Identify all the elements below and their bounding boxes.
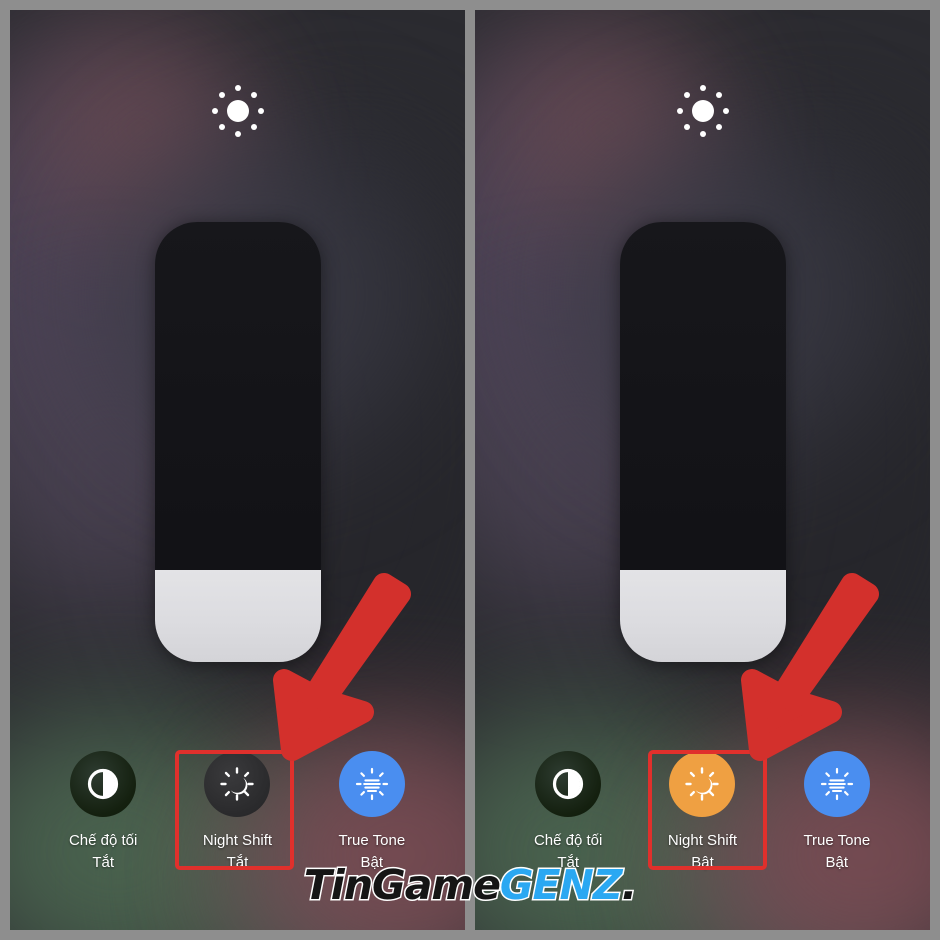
sun-ray-dot — [234, 131, 241, 137]
sun-ray-dot — [218, 92, 225, 98]
night-shift-state: Bật — [691, 854, 714, 871]
control-toggle-row: Chế độ tối Tắt — [10, 743, 465, 872]
striped-sun-icon — [820, 767, 853, 801]
true-tone-state: Bật — [825, 854, 849, 871]
night-shift-label: Night Shift — [667, 832, 738, 849]
screenshot-root: Chế độ tối Tắt Night Shift Tắt True Tone… — [0, 0, 940, 940]
sun-ray-dot — [250, 92, 257, 98]
brightness-slider-fill — [154, 570, 321, 662]
toggle-dark-mode[interactable]: Chế độ tối Tắt — [44, 743, 162, 872]
sun-ray-dot — [699, 131, 706, 137]
moon-sun-icon — [220, 767, 255, 801]
sun-ray-dot — [676, 108, 683, 114]
phone-panel-before: Chế độ tối Tắt Night Shift Tắt True Tone… — [10, 10, 465, 930]
watermark-part-c: . — [620, 861, 638, 909]
toggle-dark-mode[interactable]: Chế độ tối Tắt — [509, 743, 627, 872]
phone-panel-after: Chế độ tối Tắt Night Shift Bật True Tone… — [475, 10, 930, 930]
true-tone-button[interactable] — [803, 751, 870, 817]
sun-core — [691, 100, 714, 122]
dark-mode-state: Tắt — [92, 854, 114, 871]
toggle-night-shift[interactable]: Night Shift Tắt — [178, 743, 296, 872]
sun-ray-dot — [250, 124, 257, 130]
sun-ray-dot — [699, 85, 706, 91]
toggle-night-shift[interactable]: Night Shift Bật — [643, 743, 761, 872]
sun-ray-dot — [218, 124, 225, 130]
dark-mode-label: Chế độ tối — [68, 832, 138, 849]
sun-ray-dot — [722, 108, 729, 114]
true-tone-label: True Tone — [338, 832, 406, 849]
sun-ray-dot — [211, 108, 218, 114]
control-toggle-row: Chế độ tối Tắt — [475, 743, 930, 872]
sun-ray-dot — [715, 92, 722, 98]
night-shift-button[interactable] — [204, 751, 271, 817]
moon-sun-icon — [685, 767, 720, 801]
dark-mode-button[interactable] — [70, 751, 137, 817]
contrast-circle-icon — [553, 768, 584, 800]
true-tone-label: True Tone — [803, 832, 871, 849]
true-tone-button[interactable] — [338, 751, 405, 817]
dark-mode-label: Chế độ tối — [533, 832, 603, 849]
brightness-slider[interactable] — [154, 222, 321, 662]
sun-ray-dot — [234, 85, 241, 91]
watermark-logo: TinGameGENZ. — [302, 863, 638, 907]
sun-ray-dot — [715, 124, 722, 130]
night-shift-label: Night Shift — [202, 832, 273, 849]
sun-ray-dot — [683, 92, 690, 98]
sun-ray-dot — [257, 108, 264, 114]
panel-divider — [465, 10, 475, 930]
brightness-slider-fill — [619, 570, 786, 662]
sun-core — [226, 100, 249, 122]
night-shift-button[interactable] — [669, 751, 736, 817]
dark-mode-button[interactable] — [535, 751, 602, 817]
brightness-slider[interactable] — [619, 222, 786, 662]
brightness-sun-icon — [674, 82, 732, 140]
sun-ray-dot — [683, 124, 690, 130]
toggle-true-tone[interactable]: True Tone Bật — [778, 743, 896, 872]
toggle-true-tone[interactable]: True Tone Bật — [313, 743, 431, 872]
contrast-circle-icon — [88, 768, 119, 800]
night-shift-state: Tắt — [226, 854, 249, 871]
striped-sun-icon — [355, 767, 388, 801]
brightness-sun-icon — [209, 82, 267, 140]
watermark-part-a: TinGame — [302, 861, 502, 909]
watermark-part-b: GENZ — [498, 861, 624, 909]
